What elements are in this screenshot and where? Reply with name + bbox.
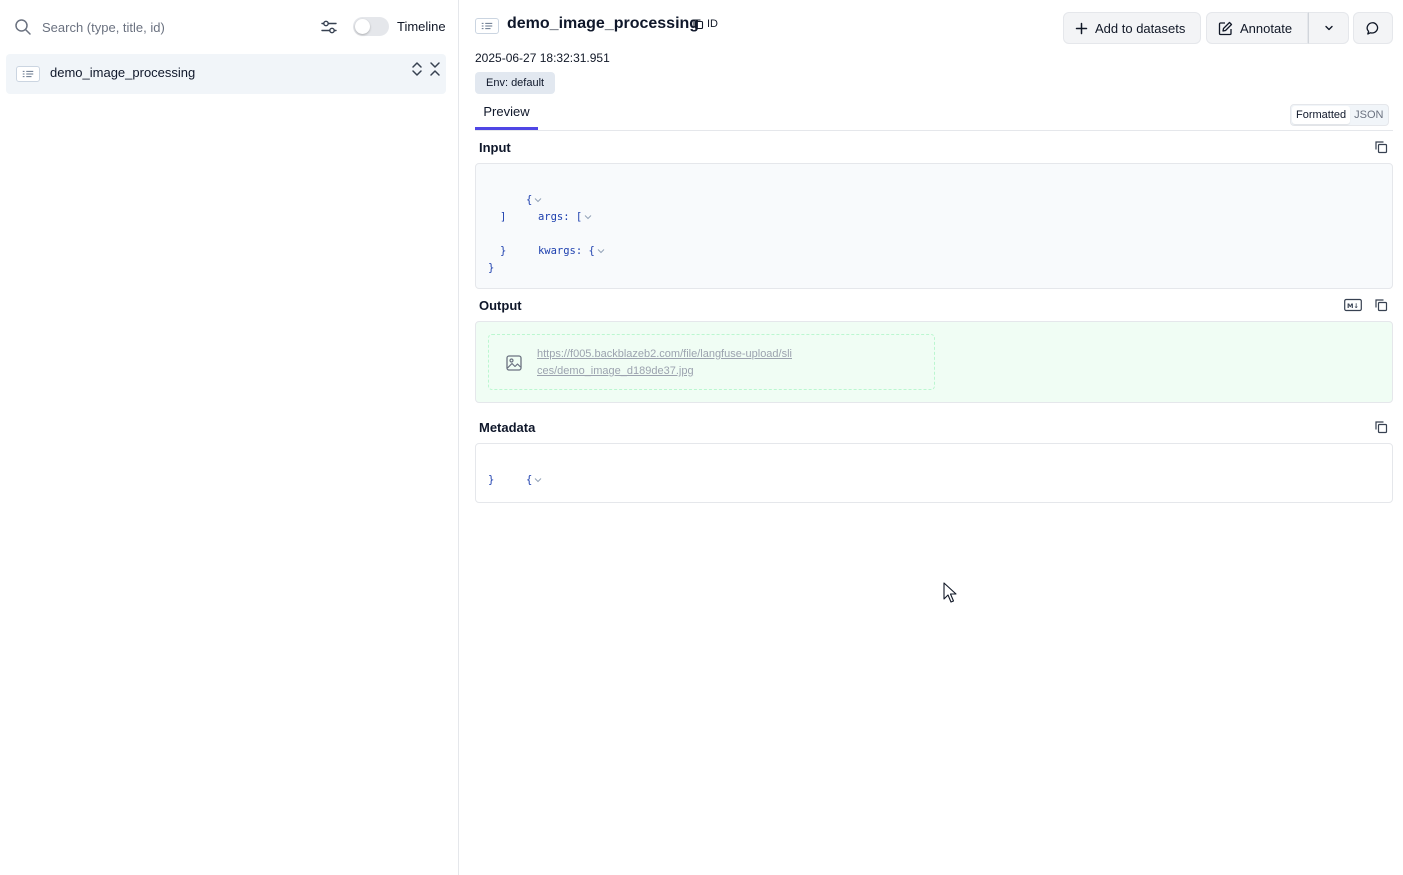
json-line: kwargs: { <box>500 226 605 257</box>
collapse-all-icon[interactable] <box>428 60 442 78</box>
tree-item-label: demo_image_processing <box>50 65 196 80</box>
chevron-down-icon[interactable] <box>534 477 542 483</box>
trace-tree-panel: Timeline demo_image_processing <box>0 0 459 875</box>
annotate-dropdown-button[interactable] <box>1308 12 1349 44</box>
add-to-datasets-button[interactable]: Add to datasets <box>1063 12 1201 44</box>
json-line: ] <box>500 211 507 223</box>
chevron-down-icon[interactable] <box>584 214 592 220</box>
trace-timestamp: 2025-06-27 18:32:31.951 <box>475 51 610 65</box>
input-json-viewer: { args: [ ] kwargs: { } } <box>475 163 1393 289</box>
filter-settings-icon[interactable] <box>320 18 338 36</box>
timeline-label: Timeline <box>397 19 446 34</box>
svg-text:M↓: M↓ <box>1347 302 1359 310</box>
media-url-link[interactable]: https://f005.backblazeb2.com/file/langfu… <box>537 346 797 380</box>
json-line: } <box>500 245 507 257</box>
trace-detail-panel: demo_image_processing ID 2025-06-27 18:3… <box>459 0 1403 875</box>
toggle-knob <box>355 19 370 34</box>
edit-icon <box>1218 21 1233 35</box>
json-key-args: args: [ <box>537 211 583 223</box>
search-icon <box>15 19 31 35</box>
chevron-down-icon <box>1324 25 1333 31</box>
markdown-toggle-icon[interactable]: M↓ <box>1344 298 1362 312</box>
json-line: args: [ <box>500 192 592 223</box>
json-brace-open: { <box>525 474 533 486</box>
trace-type-icon <box>475 18 499 34</box>
id-label: ID <box>707 18 718 30</box>
input-section-title: Input <box>479 140 511 155</box>
format-toggle: Formatted JSON <box>1290 104 1390 126</box>
trace-title: demo_image_processing <box>507 15 700 32</box>
plus-icon <box>1075 22 1088 34</box>
detail-tabs: Preview Formatted JSON <box>475 96 1393 131</box>
output-section-title: Output <box>479 298 522 313</box>
trace-type-icon <box>16 66 40 82</box>
annotate-label: Annotate <box>1240 20 1293 36</box>
add-to-datasets-label: Add to datasets <box>1095 20 1186 36</box>
image-icon <box>506 355 522 371</box>
json-key-kwargs: kwargs: { <box>537 245 595 257</box>
copy-id-button[interactable]: ID <box>692 16 718 32</box>
json-line: { <box>488 175 542 206</box>
copy-icon <box>693 19 704 30</box>
json-line: { <box>488 455 542 486</box>
tree-search-bar: Timeline <box>0 0 459 52</box>
active-tab-indicator <box>475 127 538 130</box>
chevron-down-icon[interactable] <box>597 248 605 254</box>
metadata-section-title: Metadata <box>479 420 536 435</box>
search-input[interactable] <box>42 16 302 38</box>
copy-metadata-icon[interactable] <box>1374 420 1388 434</box>
expand-all-icon[interactable] <box>410 60 424 78</box>
timeline-toggle[interactable] <box>353 17 389 36</box>
tree-item-root[interactable]: demo_image_processing <box>6 54 446 94</box>
annotate-button[interactable]: Annotate <box>1206 12 1308 44</box>
json-line: } <box>488 474 495 486</box>
media-attachment: https://f005.backblazeb2.com/file/langfu… <box>488 334 935 390</box>
comments-button[interactable] <box>1353 12 1393 44</box>
json-line: } <box>488 262 495 274</box>
format-option-formatted[interactable]: Formatted <box>1292 106 1351 124</box>
comment-icon <box>1366 21 1378 35</box>
metadata-json-viewer: { } <box>475 443 1393 503</box>
format-option-json[interactable]: JSON <box>1350 106 1387 124</box>
output-viewer: https://f005.backblazeb2.com/file/langfu… <box>475 321 1393 403</box>
tab-preview[interactable]: Preview <box>475 96 538 130</box>
copy-output-icon[interactable] <box>1374 298 1388 312</box>
env-badge: Env: default <box>475 72 556 94</box>
copy-input-icon[interactable] <box>1374 140 1388 154</box>
